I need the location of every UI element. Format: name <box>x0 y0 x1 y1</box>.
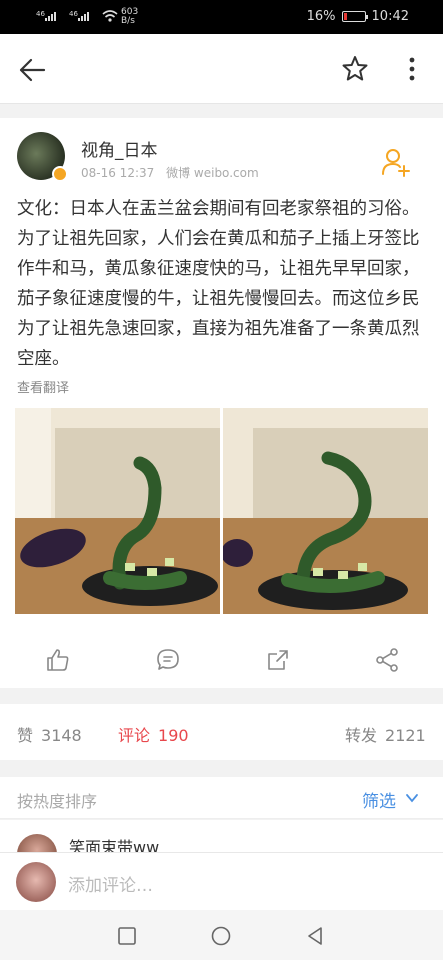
arrow-left-icon <box>19 58 46 82</box>
favorite-button[interactable] <box>338 52 372 86</box>
translate-link[interactable]: 查看翻译 <box>17 377 69 396</box>
like-button[interactable] <box>45 647 71 673</box>
network-indicators: 46 46 603 B/s <box>36 8 138 26</box>
wifi-icon <box>102 9 118 26</box>
signal-icon: 46 <box>69 9 99 26</box>
share-button[interactable] <box>374 647 400 673</box>
verified-badge-icon <box>52 166 68 182</box>
share-external-button[interactable] <box>265 647 291 673</box>
back-nav-button[interactable] <box>304 925 326 947</box>
system-nav-bar <box>0 910 443 960</box>
post-stats: 赞 3148 评论 190 转发 2121 <box>0 704 443 760</box>
post-actions <box>0 635 443 683</box>
square-icon <box>118 927 136 945</box>
my-avatar <box>16 862 56 902</box>
clock: 10:42 <box>371 9 409 24</box>
post-image[interactable] <box>15 408 220 614</box>
post-card: 视角_日本 08-16 12:37 微博 weibo.com 文化：日本人在盂兰… <box>0 118 443 688</box>
sort-label[interactable]: 按热度排序 <box>17 788 97 812</box>
battery-fill <box>343 13 347 20</box>
reposts-tab[interactable]: 转发 2121 <box>345 722 426 746</box>
likes-tab[interactable]: 赞 3148 <box>17 722 82 746</box>
comment-input[interactable]: 添加评论… <box>68 871 153 896</box>
back-button[interactable] <box>14 52 50 88</box>
external-link-icon <box>268 650 288 670</box>
signal-icon: 46 <box>36 9 66 26</box>
star-icon <box>342 56 368 81</box>
post-source: 微博 weibo.com <box>166 166 259 180</box>
follow-button[interactable] <box>380 146 412 178</box>
home-button[interactable] <box>210 925 232 947</box>
status-bar: 46 46 603 B/s 16% 10:42 <box>0 0 443 34</box>
thumbs-up-icon <box>47 649 69 671</box>
filter-button[interactable]: 筛选 <box>362 787 396 812</box>
post-meta: 08-16 12:37 微博 weibo.com <box>81 164 267 181</box>
more-button[interactable] <box>398 52 426 86</box>
net-speed: 603 B/s <box>121 7 139 26</box>
post-image[interactable] <box>223 408 428 614</box>
recent-apps-button[interactable] <box>116 925 138 947</box>
comment-button[interactable] <box>155 647 181 673</box>
svg-text:46: 46 <box>36 10 45 18</box>
share-icon <box>376 648 398 672</box>
triangle-back-icon <box>308 927 322 945</box>
post-time: 08-16 12:37 <box>81 166 155 180</box>
comments-tab[interactable]: 评论 190 <box>118 722 189 746</box>
battery-icon <box>341 11 368 22</box>
more-vertical-icon <box>409 57 415 81</box>
status-right: 16% 10:42 <box>307 9 409 24</box>
comment-icon <box>157 649 179 670</box>
author-name[interactable]: 视角_日本 <box>81 136 158 161</box>
add-user-icon <box>382 149 410 177</box>
svg-text:46: 46 <box>69 10 78 18</box>
post-text: 文化：日本人在盂兰盆会期间有回老家祭祖的习俗。为了让祖先回家，人们会在黄瓜和茄子… <box>17 199 420 369</box>
circle-icon <box>211 926 231 946</box>
sort-bar: 按热度排序 筛选 <box>0 777 443 819</box>
comment-input-bar: 添加评论… <box>0 852 443 910</box>
author-avatar[interactable] <box>17 132 68 182</box>
battery-percent: 16% <box>306 9 336 24</box>
chevron-down-icon[interactable] <box>405 790 419 804</box>
top-nav <box>0 34 443 104</box>
